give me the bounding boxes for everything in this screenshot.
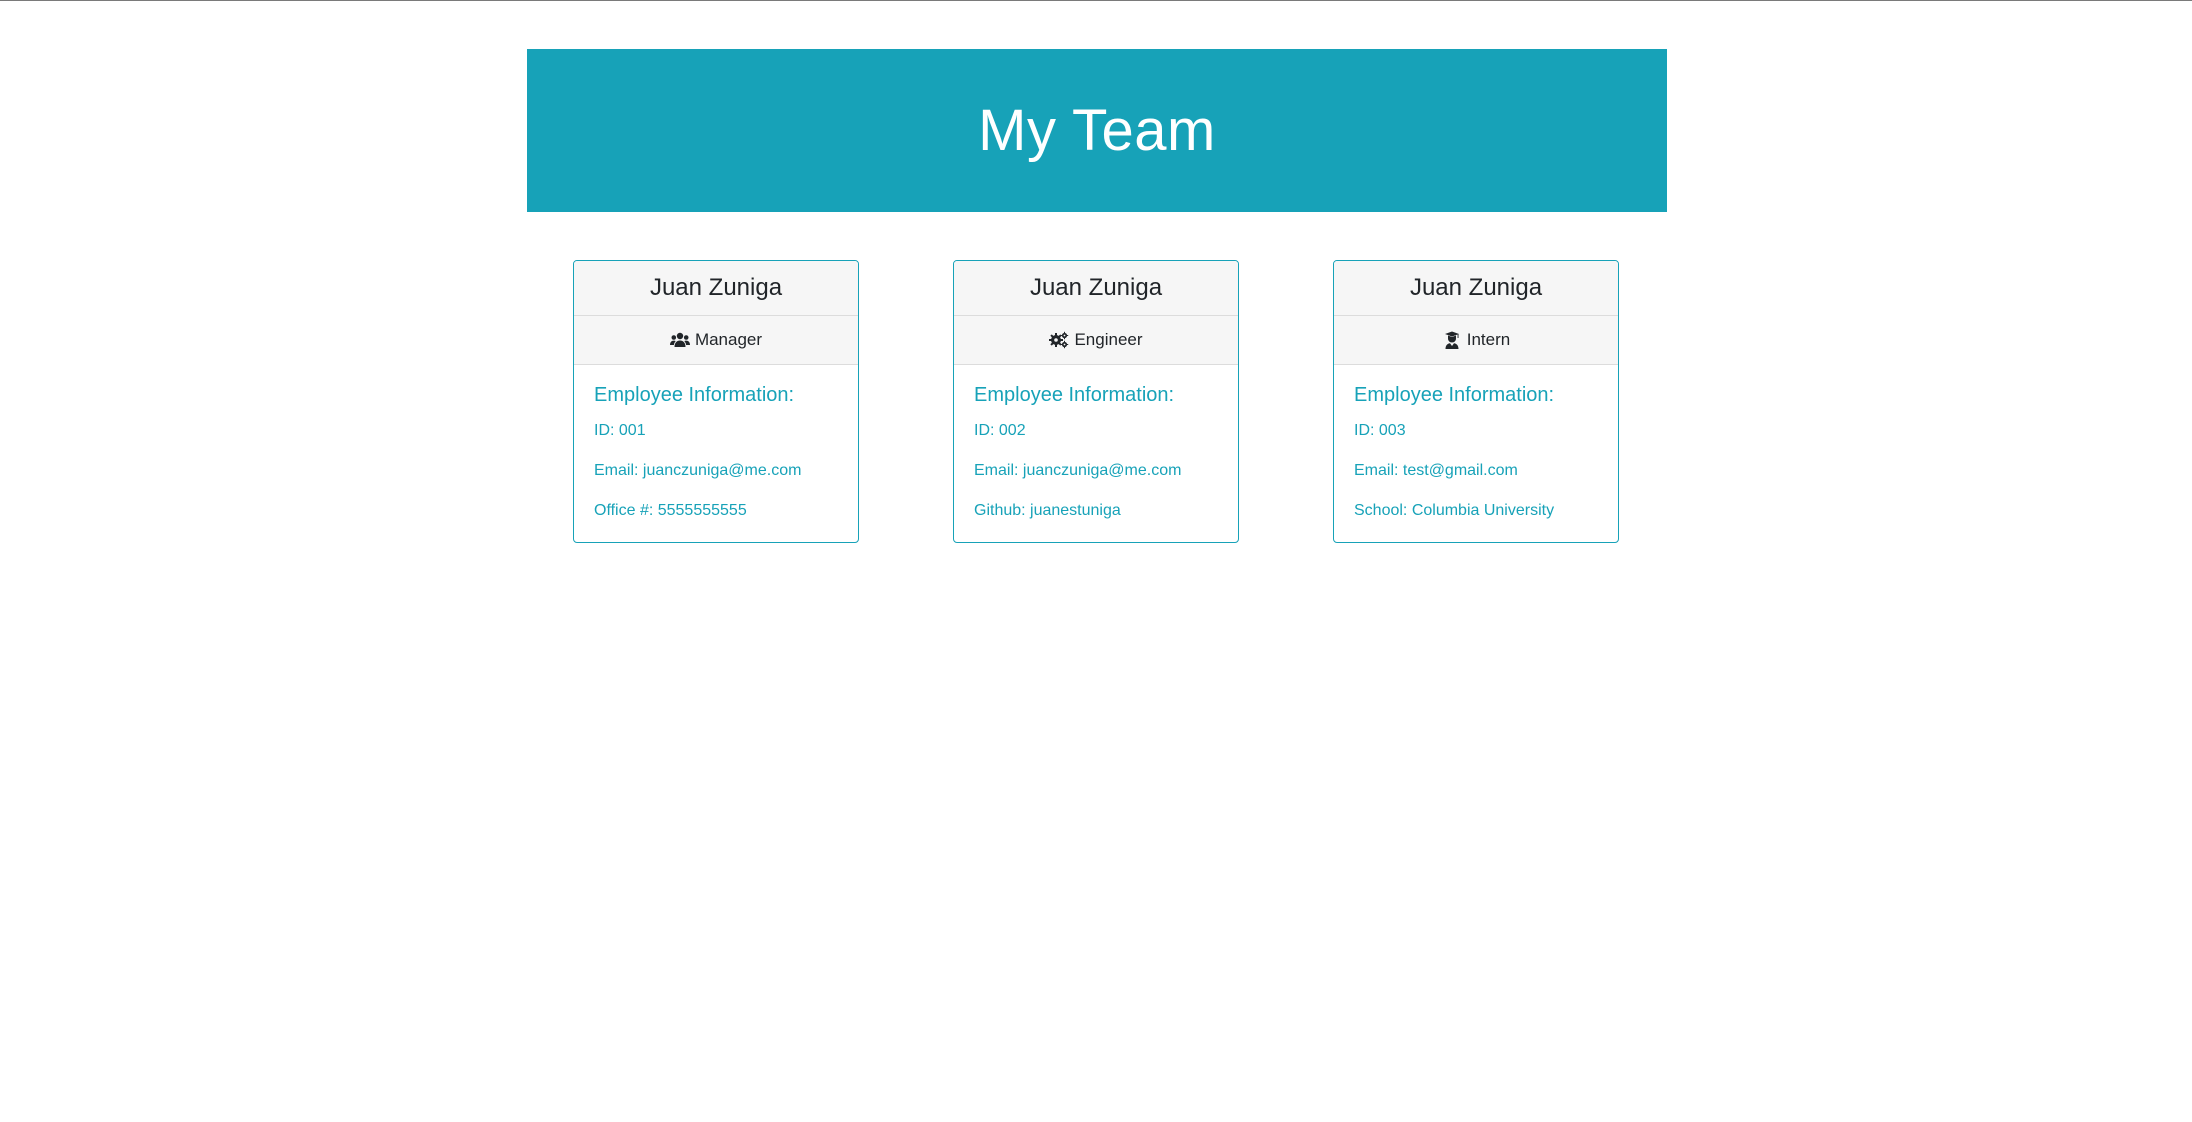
employee-role: Intern (1334, 316, 1618, 365)
employee-card-manager: Juan Zuniga Manager Employee Information… (573, 260, 859, 543)
employee-id: ID: 002 (974, 422, 1026, 439)
header-banner: My Team (527, 49, 1667, 212)
employee-office-number: Office #: 5555555555 (594, 502, 747, 519)
info-heading: Employee Information: (594, 384, 795, 406)
employee-card-intern: Juan Zuniga Intern Employee Information:… (1333, 260, 1619, 543)
employee-github[interactable]: Github: juanestuniga (974, 501, 1218, 521)
top-divider (0, 0, 2192, 1)
info-heading: Employee Information: (974, 384, 1175, 406)
users-icon (669, 331, 690, 349)
employee-card-engineer: Juan Zuniga Engineer Employee Informatio… (953, 260, 1239, 543)
graduate-icon (1442, 331, 1462, 349)
role-label: Intern (1466, 330, 1511, 349)
employee-role: Engineer (954, 316, 1238, 365)
employee-info: Employee Information: ID: 001 Email: jua… (574, 365, 858, 521)
employee-school: School: Columbia University (1354, 502, 1555, 519)
employee-info: Employee Information: ID: 003 Email: tes… (1334, 365, 1618, 521)
employee-id: ID: 001 (594, 422, 646, 439)
gears-icon (1049, 331, 1069, 349)
employee-name: Juan Zuniga (954, 261, 1238, 316)
info-heading: Employee Information: (1354, 384, 1555, 406)
employee-info: Employee Information: ID: 002 Email: jua… (954, 365, 1238, 521)
role-label: Manager (694, 330, 763, 349)
employee-email[interactable]: Email: test@gmail.com (1354, 461, 1598, 481)
employee-email[interactable]: Email: juanczuniga@me.com (974, 461, 1218, 481)
employee-name: Juan Zuniga (1334, 261, 1618, 316)
page-title: My Team (978, 98, 1216, 163)
employee-id: ID: 003 (1354, 422, 1406, 439)
employee-email[interactable]: Email: juanczuniga@me.com (594, 461, 838, 481)
role-label: Engineer (1074, 330, 1143, 349)
employee-name: Juan Zuniga (574, 261, 858, 316)
employee-role: Manager (574, 316, 858, 365)
